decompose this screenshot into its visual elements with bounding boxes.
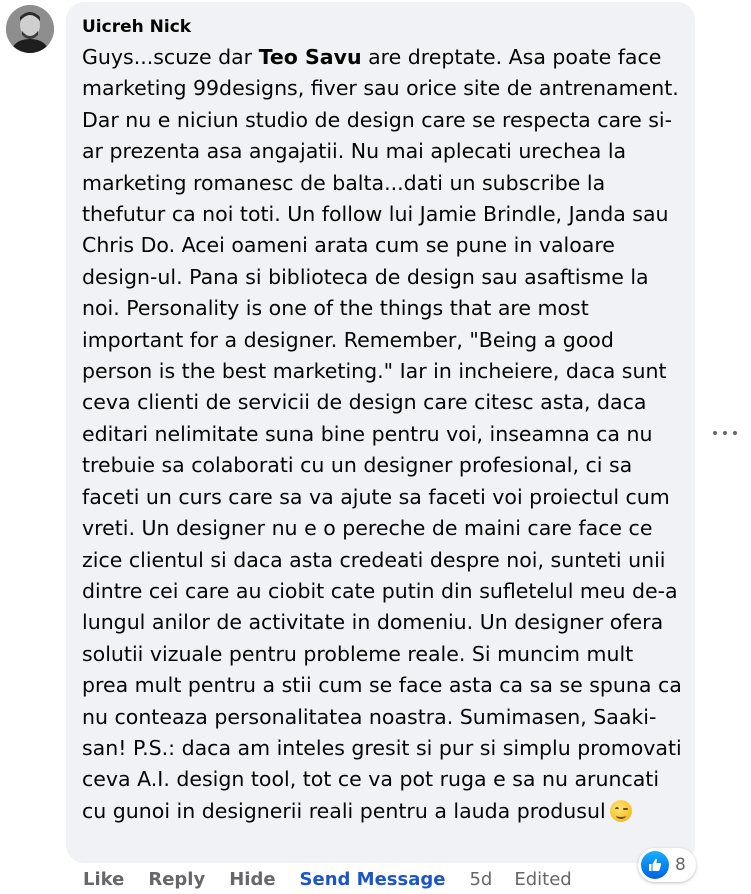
comment-bubble: Uicreh Nick Guys...scuze dar Teo Savu ar… (66, 2, 695, 863)
comment: Uicreh Nick Guys...scuze dar Teo Savu ar… (0, 0, 751, 894)
send-message-button[interactable]: Send Message (300, 869, 446, 890)
like-reaction-icon (641, 851, 669, 879)
winking-face-emoji-icon (609, 799, 632, 822)
mention-link[interactable]: Teo Savu (259, 45, 362, 69)
reactions-summary[interactable]: 8 (638, 848, 696, 882)
comment-text-main: are dreptate. Asa poate face marketing 9… (82, 45, 682, 823)
more-options-icon[interactable] (713, 423, 737, 443)
comment-text-intro: Guys...scuze dar (82, 45, 259, 69)
avatar[interactable] (6, 5, 54, 53)
hide-button[interactable]: Hide (229, 869, 275, 890)
comment-text: Guys...scuze dar Teo Savu are dreptate. … (82, 42, 682, 827)
user-avatar-icon (6, 5, 54, 53)
reaction-count: 8 (675, 855, 686, 875)
edited-label[interactable]: Edited (514, 869, 571, 890)
comment-actions: Like Reply Hide Send Message 5d Edited (83, 866, 596, 892)
comment-author[interactable]: Uicreh Nick (82, 16, 681, 38)
timestamp[interactable]: 5d (469, 869, 492, 890)
like-button[interactable]: Like (83, 869, 124, 890)
reply-button[interactable]: Reply (148, 869, 205, 890)
